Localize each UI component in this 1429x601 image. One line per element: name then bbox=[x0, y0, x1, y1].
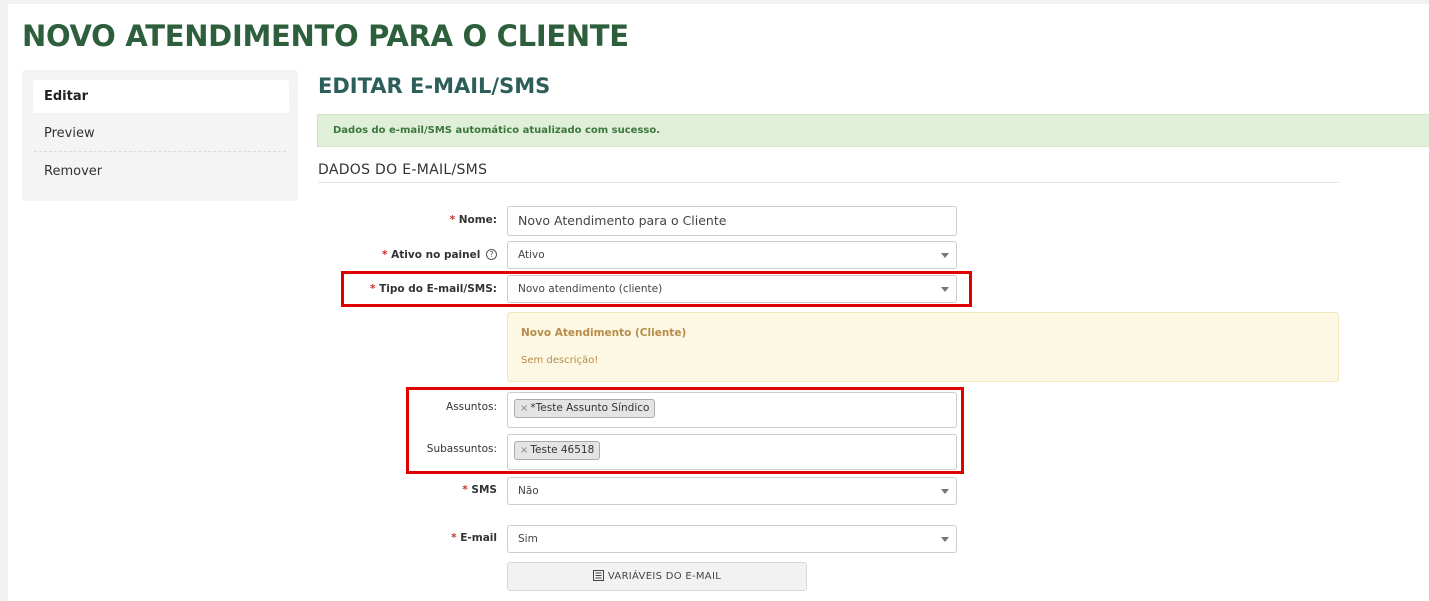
tipo-info-title: Novo Atendimento (Cliente) bbox=[521, 327, 687, 339]
success-alert: Dados do e-mail/SMS automático atualizad… bbox=[317, 114, 1429, 147]
remove-tag-icon[interactable]: × bbox=[520, 403, 528, 414]
email-label: * E-mail bbox=[451, 532, 497, 544]
ativo-label: * Ativo no painel ? bbox=[382, 249, 497, 261]
assuntos-label: Assuntos: bbox=[446, 401, 497, 413]
nome-label: * Nome: bbox=[449, 214, 497, 226]
help-icon[interactable]: ? bbox=[486, 249, 497, 260]
tipo-info-description: Sem descrição! bbox=[521, 355, 599, 366]
subassuntos-multiselect[interactable]: × Teste 46518 bbox=[507, 434, 957, 470]
sms-select[interactable]: Não bbox=[507, 477, 957, 505]
list-icon bbox=[592, 565, 604, 592]
sidebar: Editar Preview Remover bbox=[22, 70, 298, 201]
subassunto-tag: × Teste 46518 bbox=[514, 441, 601, 460]
nome-input[interactable]: Novo Atendimento para o Cliente bbox=[507, 206, 957, 236]
chevron-down-icon bbox=[941, 253, 949, 258]
sidebar-item-preview[interactable]: Preview bbox=[33, 117, 289, 150]
required-mark: * bbox=[449, 214, 456, 226]
chevron-down-icon bbox=[941, 537, 949, 542]
subassuntos-label: Subassuntos: bbox=[426, 443, 497, 455]
subsection-title: DADOS DO E-MAIL/SMS bbox=[318, 162, 488, 178]
tipo-label: * Tipo do E-mail/SMS: bbox=[369, 283, 497, 295]
sms-label: * SMS bbox=[462, 484, 497, 496]
assuntos-multiselect[interactable]: × *Teste Assunto Síndico bbox=[507, 392, 957, 428]
sidebar-divider bbox=[34, 151, 286, 152]
chevron-down-icon bbox=[941, 489, 949, 494]
ativo-select[interactable]: Ativo bbox=[507, 241, 957, 269]
assunto-tag: × *Teste Assunto Síndico bbox=[514, 399, 656, 418]
email-variables-button[interactable]: VARIÁVEIS DO E-MAIL bbox=[507, 562, 807, 591]
email-select[interactable]: Sim bbox=[507, 525, 957, 553]
sidebar-item-editar[interactable]: Editar bbox=[33, 80, 289, 113]
section-title: EDITAR E-MAIL/SMS bbox=[318, 74, 551, 98]
page-title: NOVO ATENDIMENTO PARA O CLIENTE bbox=[22, 19, 629, 53]
chevron-down-icon bbox=[941, 287, 949, 292]
remove-tag-icon[interactable]: × bbox=[520, 445, 528, 456]
subsection-divider bbox=[318, 182, 1339, 183]
tipo-info-box: Novo Atendimento (Cliente) Sem descrição… bbox=[507, 312, 1339, 382]
tipo-select[interactable]: Novo atendimento (cliente) bbox=[507, 275, 957, 303]
sidebar-item-remover[interactable]: Remover bbox=[33, 155, 289, 188]
